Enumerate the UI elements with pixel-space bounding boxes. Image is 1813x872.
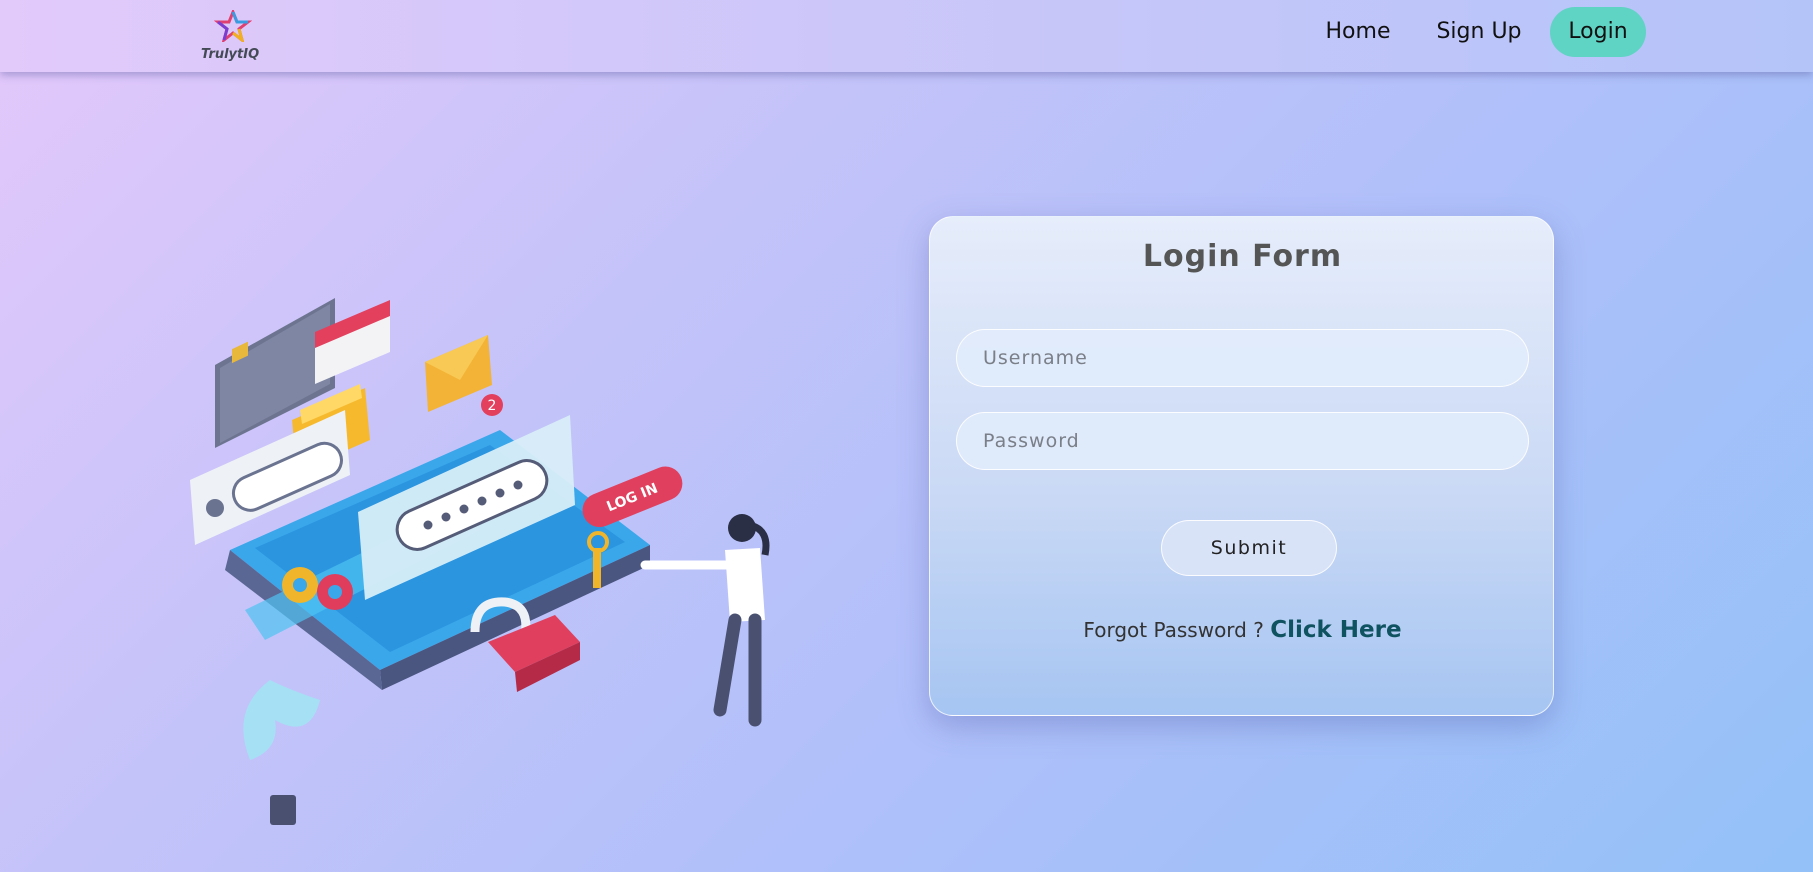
notification-count: 2 xyxy=(488,398,497,414)
forgot-password-link[interactable]: Click Here xyxy=(1270,617,1401,643)
forgot-password-row: Forgot Password ? Click Here xyxy=(930,617,1555,643)
login-illustration: 2 LOG IN xyxy=(170,280,790,840)
brand-name: TrulytIQ xyxy=(201,47,260,62)
nav-signup-link[interactable]: Sign Up xyxy=(1424,7,1534,57)
woman-figure xyxy=(640,514,770,727)
brand-logo[interactable]: TrulytIQ xyxy=(198,10,268,62)
form-title: Login Form xyxy=(1142,239,1343,274)
submit-button[interactable]: Submit xyxy=(1161,520,1337,576)
nav-login-link[interactable]: Login xyxy=(1550,7,1646,57)
plant-illustration xyxy=(243,680,320,825)
password-input[interactable] xyxy=(956,412,1529,470)
star-logo-icon xyxy=(214,10,252,42)
forgot-password-text: Forgot Password ? xyxy=(1083,618,1264,642)
top-navbar: TrulytIQ Home Sign Up Login xyxy=(0,0,1813,72)
login-form-card: Login Form Submit Forgot Password ? Clic… xyxy=(929,216,1554,716)
mail-envelope-icon: 2 xyxy=(425,335,503,416)
username-input[interactable] xyxy=(956,329,1529,387)
nav-home-link[interactable]: Home xyxy=(1310,7,1406,57)
